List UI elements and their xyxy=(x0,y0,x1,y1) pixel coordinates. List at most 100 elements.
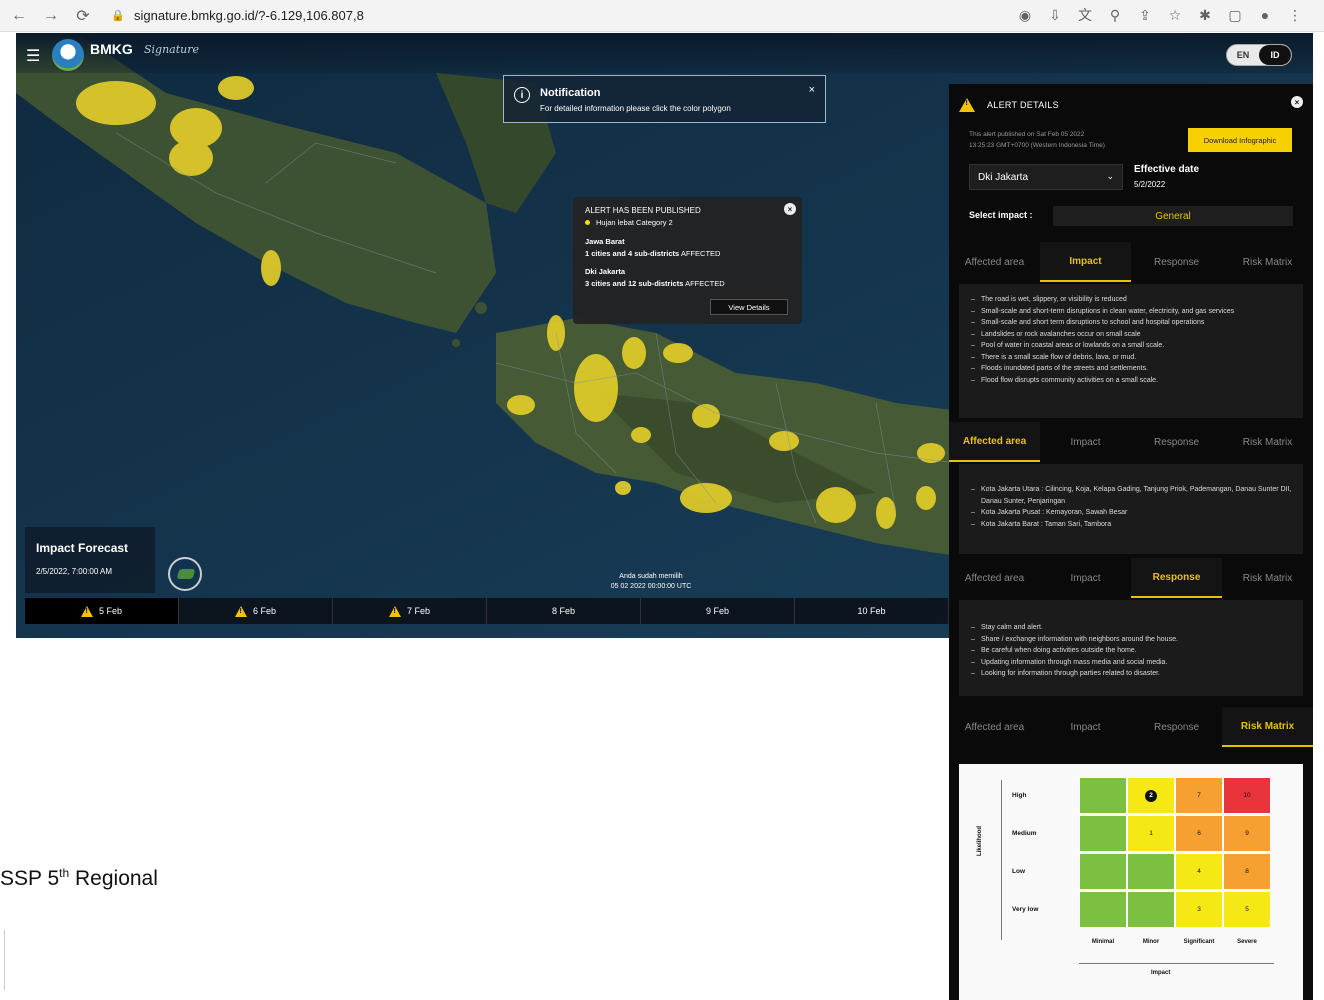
translate-icon[interactable]: 文 xyxy=(1076,4,1094,26)
tab-impact[interactable]: Impact xyxy=(1040,558,1131,598)
tabs-risk-matrix-view: Affected area Impact Response Risk Matrix xyxy=(949,707,1313,747)
affected-area-item: Kota Jakarta Barat : Taman Sari, Tambora xyxy=(971,519,1293,531)
matrix-col-label: Significant xyxy=(1183,939,1215,945)
impact-forecast-title: Impact Forecast xyxy=(36,541,129,555)
hamburger-menu-icon[interactable]: ☰ xyxy=(26,46,40,66)
matrix-cell: 1 xyxy=(1127,815,1175,852)
matrix-cell xyxy=(1079,777,1127,814)
lang-en-option[interactable]: EN xyxy=(1227,45,1259,65)
view-details-button[interactable]: View Details xyxy=(710,299,788,315)
tab-impact[interactable]: Impact xyxy=(1040,242,1131,282)
install-icon[interactable]: ⇩ xyxy=(1046,4,1064,26)
tab-risk-matrix[interactable]: Risk Matrix xyxy=(1222,422,1313,462)
notification-close-icon[interactable]: × xyxy=(809,84,815,96)
risk-matrix: Likelihood Impact High 2 7 10 Medium 1 6 9 Low 4 8… xyxy=(959,764,1303,1000)
matrix-cell xyxy=(1079,891,1127,928)
date-tab-5-feb[interactable]: 5 Feb xyxy=(25,598,179,624)
alert-popup: × ALERT HAS BEEN PUBLISHED Hujan lebat C… xyxy=(573,197,802,324)
impact-item: There is a small scale flow of debris, l… xyxy=(971,352,1293,364)
matrix-cell: 7 xyxy=(1175,777,1223,814)
matrix-row-label: Low xyxy=(1012,868,1025,875)
yellow-dot-icon xyxy=(585,220,590,225)
tab-affected-area[interactable]: Affected area xyxy=(949,422,1040,462)
camera-off-icon[interactable]: ◉ xyxy=(1016,4,1034,26)
date-selector: 5 Feb6 Feb7 Feb8 Feb9 Feb10 Feb xyxy=(25,598,949,624)
response-list: Stay calm and alert.Share / exchange inf… xyxy=(971,622,1293,680)
affected-area-item: Kota Jakarta Pusat : Kemayoran, Sawah Be… xyxy=(971,507,1293,519)
published-info: This alert published on Sat Feb 05 2022 … xyxy=(969,131,1105,149)
popup-province-2: Dki Jakarta xyxy=(585,267,626,276)
date-tab-8-feb[interactable]: 8 Feb xyxy=(487,598,641,624)
warning-icon xyxy=(234,605,247,617)
download-infographic-button[interactable]: Download Infographic xyxy=(1188,128,1292,152)
select-impact-dropdown[interactable]: General xyxy=(1053,206,1293,226)
tab-response[interactable]: Response xyxy=(1131,558,1222,598)
tabs-impact-view: Affected area Impact Response Risk Matrix xyxy=(949,242,1313,282)
matrix-cell xyxy=(1079,853,1127,890)
response-item: Be careful when doing activities outside… xyxy=(971,645,1293,657)
forward-arrow-icon[interactable]: → xyxy=(38,3,64,29)
sidepanel-icon[interactable]: ▢ xyxy=(1226,4,1244,26)
language-toggle[interactable]: EN ID xyxy=(1226,44,1292,66)
tabs-affected-view: Affected area Impact Response Risk Matrix xyxy=(949,422,1313,462)
popup-close-icon[interactable]: × xyxy=(784,203,796,215)
impact-list-panel: The road is wet, slippery, or visibility… xyxy=(959,284,1303,418)
tab-impact[interactable]: Impact xyxy=(1040,707,1131,747)
alert-panel-close-icon[interactable]: × xyxy=(1291,96,1303,108)
matrix-cell xyxy=(1079,815,1127,852)
matrix-col-label: Minor xyxy=(1142,939,1160,945)
date-tab-7-feb[interactable]: 7 Feb xyxy=(333,598,487,624)
impact-item: Pool of water in coastal areas or lowlan… xyxy=(971,340,1293,352)
alert-panel-title: ALERT DETAILS xyxy=(987,100,1059,110)
current-risk-marker: 2 xyxy=(1145,789,1157,802)
date-tab-10-feb[interactable]: 10 Feb xyxy=(795,598,949,624)
tab-affected-area[interactable]: Affected area xyxy=(949,707,1040,747)
x-axis-line xyxy=(1079,963,1274,964)
chevron-down-icon: ⌄ xyxy=(1106,171,1114,181)
impact-item: Flood flow disrupts community activities… xyxy=(971,375,1293,387)
impact-item: Floods inundated parts of the streets an… xyxy=(971,363,1293,375)
slide-caption: SSP 5th Regional xyxy=(0,866,158,890)
tab-affected-area[interactable]: Affected area xyxy=(949,242,1040,282)
menu-kebab-icon[interactable]: ⋮ xyxy=(1286,4,1304,26)
impact-forecast-box: Impact Forecast 2/5/2022, 7:00:00 AM xyxy=(25,527,155,593)
tab-risk-matrix[interactable]: Risk Matrix xyxy=(1222,707,1313,747)
browser-toolbar: ← → ⟳ 🔒 signature.bmkg.go.id/?-6.129,106… xyxy=(0,0,1324,32)
tab-response[interactable]: Response xyxy=(1131,242,1222,282)
tab-response[interactable]: Response xyxy=(1131,707,1222,747)
tab-impact[interactable]: Impact xyxy=(1040,422,1131,462)
zoom-icon[interactable]: ⚲ xyxy=(1106,4,1124,26)
impact-item: Small-scale and short-term disruptions i… xyxy=(971,306,1293,318)
tab-risk-matrix[interactable]: Risk Matrix xyxy=(1222,558,1313,598)
info-icon: i xyxy=(514,87,530,103)
address-bar[interactable]: 🔒 signature.bmkg.go.id/?-6.129,106.807,8 xyxy=(110,3,930,28)
bookmark-star-icon[interactable]: ☆ xyxy=(1166,4,1184,26)
matrix-cell: 2 xyxy=(1127,777,1175,814)
impact-list: The road is wet, slippery, or visibility… xyxy=(971,294,1293,387)
brand-title: BMKG xyxy=(90,41,133,57)
date-tab-6-feb[interactable]: 6 Feb xyxy=(179,598,333,624)
date-tab-9-feb[interactable]: 9 Feb xyxy=(641,598,795,624)
reload-icon[interactable]: ⟳ xyxy=(70,3,96,29)
matrix-cell xyxy=(1127,891,1175,928)
profile-avatar-icon[interactable]: ● xyxy=(1256,4,1274,26)
tab-response[interactable]: Response xyxy=(1131,422,1222,462)
lang-id-option[interactable]: ID xyxy=(1259,45,1291,65)
province-select[interactable]: Dki Jakarta ⌄ xyxy=(969,164,1123,190)
warning-icon xyxy=(80,605,93,617)
map-layer-toggle-icon[interactable] xyxy=(168,557,202,591)
tab-risk-matrix[interactable]: Risk Matrix xyxy=(1222,242,1313,282)
matrix-cell: 9 xyxy=(1223,815,1271,852)
matrix-row-label: High xyxy=(1012,792,1027,799)
affected-area-item: Kota Jakarta Utara : Cilincing, Koja, Ke… xyxy=(971,484,1293,507)
popup-category: Hujan lebat Category 2 xyxy=(585,218,673,227)
matrix-col-label: Minimal xyxy=(1091,939,1115,945)
tab-affected-area[interactable]: Affected area xyxy=(949,558,1040,598)
y-axis-line xyxy=(1001,780,1002,940)
matrix-cell: 4 xyxy=(1175,853,1223,890)
response-item: Updating information through mass media … xyxy=(971,657,1293,669)
extensions-icon[interactable]: ✱ xyxy=(1196,4,1214,26)
share-icon[interactable]: ⇪ xyxy=(1136,4,1154,26)
tabs-response-view: Affected area Impact Response Risk Matrix xyxy=(949,558,1313,598)
back-arrow-icon[interactable]: ← xyxy=(6,3,32,29)
